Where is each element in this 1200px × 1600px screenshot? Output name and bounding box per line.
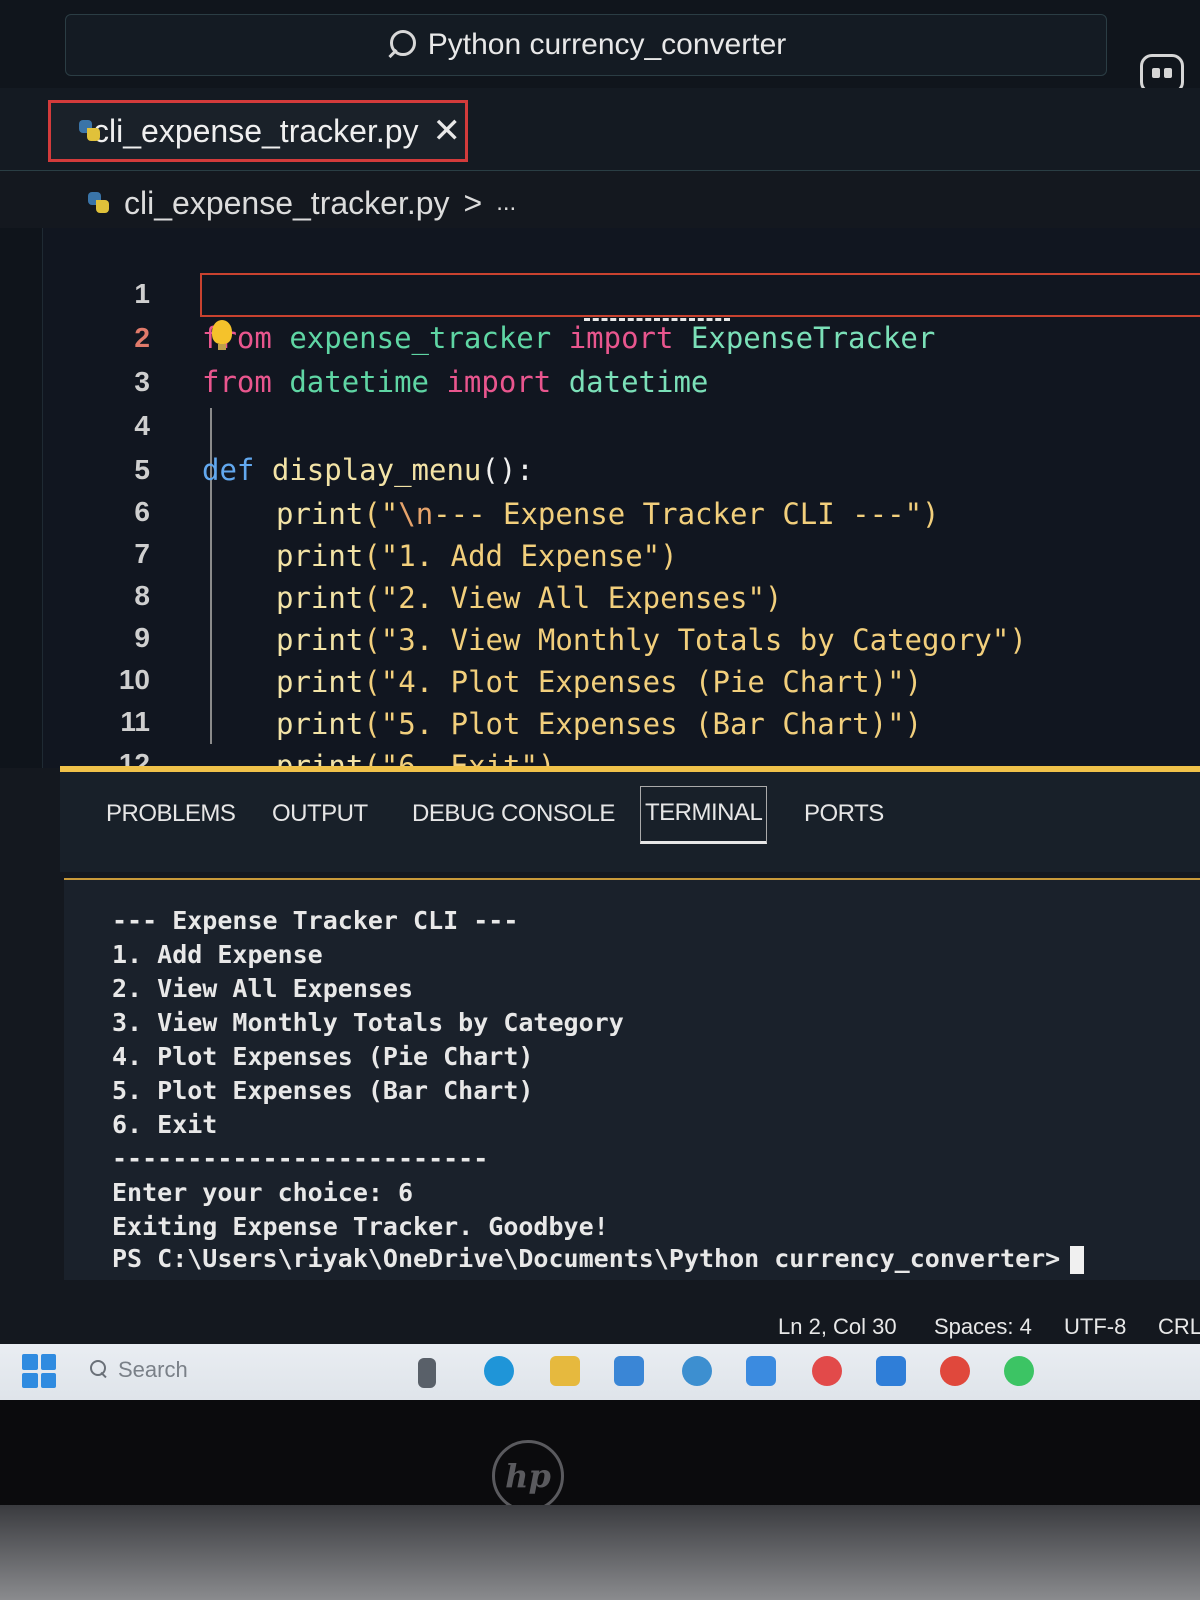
workspace-title: Python currency_converter — [427, 28, 787, 61]
search-icon — [88, 1360, 108, 1380]
terminal-output[interactable]: --- Expense Tracker CLI --- 1. Add Expen… — [64, 878, 1200, 1280]
lightbulb-icon[interactable] — [212, 320, 232, 350]
editor-tab-bar: cli_expense_tracker.py ✕ — [0, 88, 1200, 171]
widget-icon[interactable] — [418, 1358, 436, 1388]
tab-terminal[interactable]: TERMINAL — [640, 786, 768, 844]
chrome-icon[interactable] — [940, 1356, 970, 1386]
code-line: 10 print("5. Plot Expenses (Bar Chart)") — [0, 614, 1200, 741]
panel-tab-bar: PROBLEMS OUTPUT DEBUG CONSOLE TERMINAL P… — [60, 772, 1200, 872]
whatsapp-icon[interactable] — [1004, 1356, 1034, 1386]
title-bar: Python currency_converter — [0, 0, 1200, 94]
code-line: 7 print("2. View All Expenses") — [0, 488, 1200, 615]
terminal-line: 1. Add Expense — [112, 940, 323, 969]
hp-logo: hp — [492, 1440, 564, 1512]
windows-taskbar: Search — [0, 1344, 1200, 1400]
indentation[interactable]: Spaces: 4 — [934, 1314, 1032, 1340]
taskbar-search[interactable]: Search — [88, 1350, 318, 1390]
code-line: 11 print("6. Exit") — [0, 656, 1200, 783]
tab-cli-expense-tracker[interactable]: cli_expense_tracker.py ✕ — [48, 100, 468, 162]
breadcrumb[interactable]: cli_expense_tracker.py > ... — [88, 180, 516, 226]
tab-debug-console[interactable]: DEBUG CONSOLE — [412, 800, 615, 828]
code-line: 8 print("3. View Monthly Totals by Categ… — [0, 530, 1200, 657]
terminal-prompt[interactable]: PS C:\Users\riyak\OneDrive\Documents\Pyt… — [112, 1244, 1085, 1278]
code-line: 6 print("1. Add Expense") — [0, 446, 1200, 573]
breadcrumb-symbols[interactable]: ... — [496, 189, 516, 217]
laptop-hinge — [0, 1505, 1200, 1600]
code-line: 5 print("\n--- Expense Tracker CLI ---") — [0, 404, 1200, 531]
python-file-icon — [88, 192, 110, 214]
terminal-line: ------------------------- — [112, 1144, 489, 1173]
terminal-line: 3. View Monthly Totals by Category — [112, 1008, 624, 1037]
tab-ports[interactable]: PORTS — [804, 800, 884, 828]
photos-icon[interactable] — [682, 1356, 712, 1386]
command-center-search[interactable]: Python currency_converter — [65, 14, 1107, 76]
prompt-text: PS C:\Users\riyak\OneDrive\Documents\Pyt… — [112, 1244, 1061, 1273]
code-editor[interactable]: 1 from expense_tracker import ExpenseTra… — [0, 228, 1200, 825]
code-line: 12 print("-------------------------") — [0, 698, 1200, 825]
breadcrumb-file[interactable]: cli_expense_tracker.py — [124, 185, 450, 222]
code-line: 4 def display_menu(): — [0, 360, 1200, 487]
todo-icon[interactable] — [746, 1356, 776, 1386]
close-icon[interactable]: ✕ — [433, 111, 462, 151]
terminal-line: Exiting Expense Tracker. Goodbye! — [112, 1212, 609, 1241]
wps-office-icon[interactable] — [812, 1356, 842, 1386]
code-line: 9 print("4. Plot Expenses (Pie Chart)") — [0, 572, 1200, 699]
tab-problems[interactable]: PROBLEMS — [106, 800, 236, 828]
store-icon[interactable] — [614, 1356, 644, 1386]
terminal-line: --- Expense Tracker CLI --- — [112, 906, 519, 935]
start-button[interactable] — [22, 1354, 56, 1388]
terminal-cursor — [1070, 1246, 1085, 1274]
terminal-line: Enter your choice: 6 — [112, 1178, 414, 1207]
terminal-line: 6. Exit — [112, 1110, 218, 1139]
encoding[interactable]: UTF-8 — [1064, 1314, 1126, 1340]
terminal-line: 5. Plot Expenses (Bar Chart) — [112, 1076, 534, 1105]
file-explorer-icon[interactable] — [550, 1356, 580, 1386]
code-line: 3 — [0, 316, 1200, 397]
cursor-position[interactable]: Ln 2, Col 30 — [778, 1314, 897, 1340]
tab-label: cli_expense_tracker.py — [93, 112, 419, 149]
tab-output[interactable]: OUTPUT — [272, 800, 368, 828]
code-line: 1 from expense_tracker import ExpenseTra… — [0, 228, 1200, 355]
breadcrumb-separator: > — [463, 184, 483, 221]
vscode-window: Python currency_converter cli_expense_tr… — [0, 0, 1200, 1400]
terminal-line: 4. Plot Expenses (Pie Chart) — [112, 1042, 534, 1071]
search-placeholder: Search — [118, 1357, 188, 1382]
end-of-line[interactable]: CRL — [1158, 1314, 1200, 1340]
status-bar: Ln 2, Col 30 Spaces: 4 UTF-8 CRL — [0, 1310, 1200, 1346]
edge-browser-icon[interactable] — [484, 1356, 514, 1386]
code-line: 2 from datetime import datetime — [0, 272, 1200, 399]
search-icon — [386, 30, 416, 60]
vscode-icon[interactable] — [876, 1356, 906, 1386]
terminal-line: 2. View All Expenses — [112, 974, 414, 1003]
